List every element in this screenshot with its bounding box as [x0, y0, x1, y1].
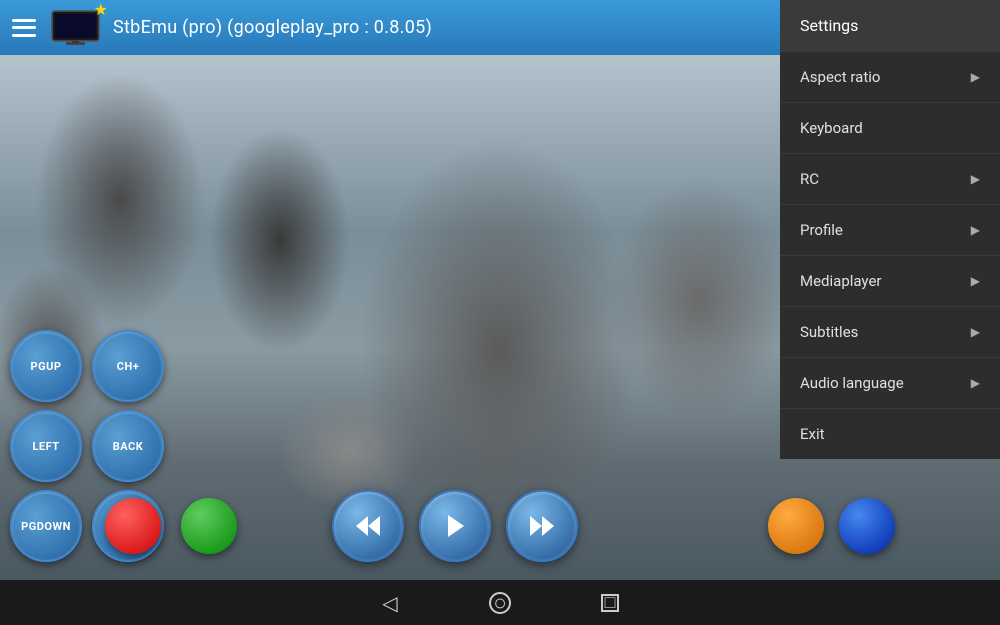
menu-item-mediaplayer[interactable]: Mediaplayer ▶ — [780, 256, 1000, 307]
home-nav-icon: ○ — [489, 592, 511, 614]
control-row-2: LEFT BACK — [0, 410, 400, 482]
app-title: StbEmu (pro) (googleplay_pro : 0.8.05) — [113, 17, 432, 38]
menu-item-exit[interactable]: Exit — [780, 409, 1000, 459]
mediaplayer-arrow-icon: ▶ — [971, 274, 980, 288]
hamburger-menu-icon[interactable] — [12, 19, 36, 37]
red-button[interactable] — [105, 498, 161, 554]
play-button[interactable] — [419, 490, 491, 562]
orange-button[interactable] — [768, 498, 824, 554]
back-nav-button[interactable]: ◁ — [375, 588, 405, 618]
green-button[interactable] — [181, 498, 237, 554]
menu-item-profile[interactable]: Profile ▶ — [780, 205, 1000, 256]
menu-item-aspect-ratio[interactable]: Aspect ratio ▶ — [780, 52, 1000, 103]
menu-item-mediaplayer-label: Mediaplayer — [800, 272, 881, 290]
star-icon: ★ — [94, 0, 108, 19]
menu-item-profile-label: Profile — [800, 221, 843, 239]
blue-button[interactable] — [839, 498, 895, 554]
aspect-ratio-arrow-icon: ▶ — [971, 70, 980, 84]
tv-logo-container: ★ — [48, 5, 103, 51]
menu-item-keyboard[interactable]: Keyboard — [780, 103, 1000, 154]
pgup-button[interactable]: PGUP — [10, 330, 82, 402]
menu-item-audio-language[interactable]: Audio language ▶ — [780, 358, 1000, 409]
fast-forward-button[interactable] — [506, 490, 578, 562]
ch-plus-button[interactable]: CH+ — [92, 330, 164, 402]
app-header: ★ StbEmu (pro) (googleplay_pro : 0.8.05) — [0, 0, 780, 55]
navigation-bar: ◁ ○ □ — [0, 580, 1000, 625]
subtitles-arrow-icon: ▶ — [971, 325, 980, 339]
audio-language-arrow-icon: ▶ — [971, 376, 980, 390]
profile-arrow-icon: ▶ — [971, 223, 980, 237]
recents-nav-icon: □ — [601, 594, 619, 612]
menu-item-subtitles[interactable]: Subtitles ▶ — [780, 307, 1000, 358]
rc-arrow-icon: ▶ — [971, 172, 980, 186]
rewind-button[interactable] — [332, 490, 404, 562]
menu-item-settings-label: Settings — [800, 16, 858, 35]
back-nav-icon: ◁ — [382, 591, 397, 615]
media-controls — [0, 490, 1000, 570]
home-nav-button[interactable]: ○ — [485, 588, 515, 618]
menu-item-keyboard-label: Keyboard — [800, 119, 863, 137]
recents-nav-button[interactable]: □ — [595, 588, 625, 618]
menu-item-audio-language-label: Audio language — [800, 374, 904, 392]
menu-item-rc-label: RC — [800, 170, 819, 188]
left-button[interactable]: LEFT — [10, 410, 82, 482]
menu-item-rc[interactable]: RC ▶ — [780, 154, 1000, 205]
menu-item-exit-label: Exit — [800, 425, 825, 443]
back-button[interactable]: BACK — [92, 410, 164, 482]
context-menu: Settings Aspect ratio ▶ Keyboard RC ▶ Pr… — [780, 0, 1000, 459]
menu-item-subtitles-label: Subtitles — [800, 323, 858, 341]
menu-item-settings[interactable]: Settings — [780, 0, 1000, 52]
menu-item-aspect-ratio-label: Aspect ratio — [800, 68, 880, 86]
control-row-1: PGUP CH+ — [0, 330, 400, 402]
